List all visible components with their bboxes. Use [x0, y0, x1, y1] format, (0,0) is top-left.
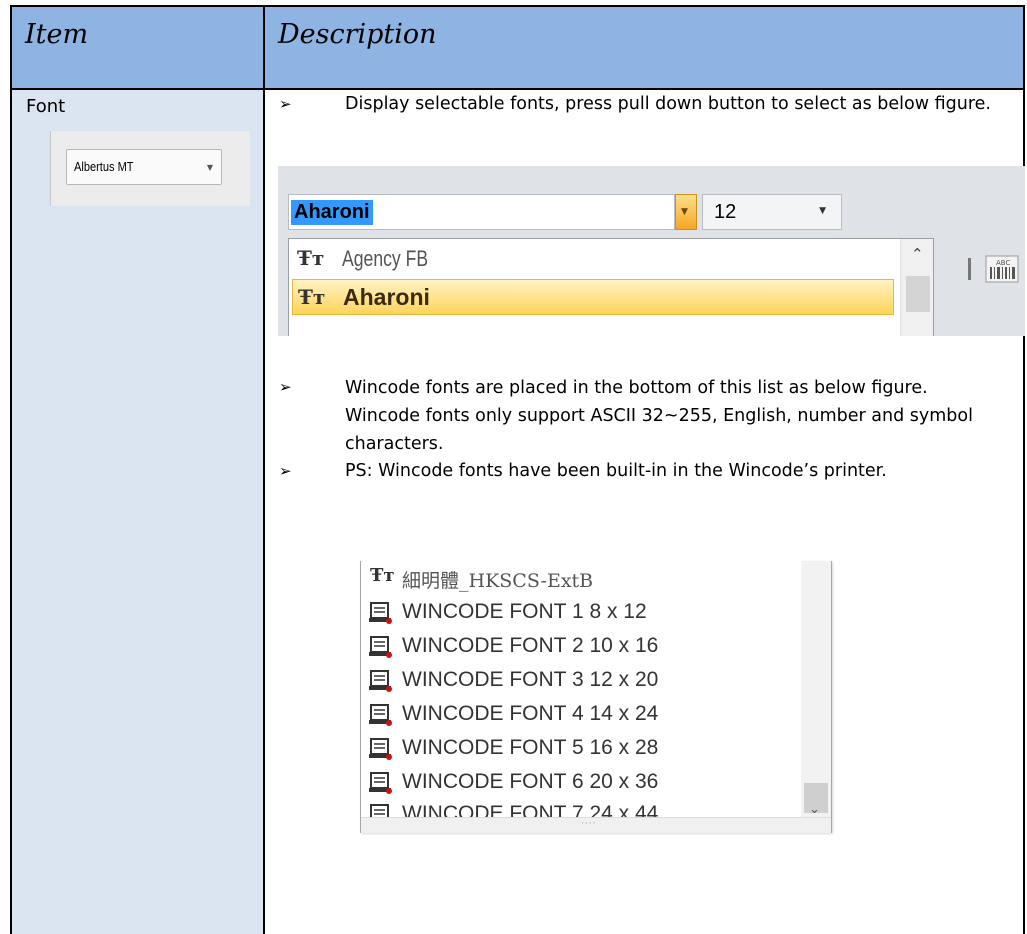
list-item[interactable]: WINCODE FONT 1 8 x 12 — [368, 597, 798, 629]
list-item[interactable]: WINCODE FONT 2 10 x 16 — [368, 631, 798, 663]
printer-font-icon — [369, 636, 392, 658]
chevron-up-icon[interactable]: ⌃ — [911, 245, 924, 263]
chevron-down-icon[interactable]: ▼ — [207, 163, 213, 172]
bullet-arrow-icon: ➢ — [279, 462, 292, 480]
truetype-icon: Ŧᴛ — [297, 246, 325, 270]
scrollbar[interactable]: ⌄ — [801, 561, 831, 817]
bullet-arrow-icon: ➢ — [279, 378, 292, 396]
bullet-text-2: Wincode fonts are placed in the bottom o… — [345, 378, 973, 454]
description-column: ➢ Display selectable fonts, press pull d… — [263, 90, 1025, 934]
bullet-text-1: Display selectable fonts, press pull dow… — [345, 94, 991, 114]
font-name-value: Aharoni — [291, 200, 373, 225]
list-item[interactable]: WINCODE FONT 4 14 x 24 — [368, 699, 798, 731]
chevron-down-icon[interactable]: ⌄ — [809, 802, 820, 817]
barcode-icon: ABC — [968, 255, 1019, 283]
font-name: Agency FB — [342, 246, 429, 271]
font-name: WINCODE FONT 2 10 x 16 — [402, 634, 659, 657]
svg-text:ABC: ABC — [996, 259, 1010, 267]
font-size-value: 12 — [714, 201, 737, 223]
list-item[interactable]: WINCODE FONT 6 20 x 36 — [368, 767, 798, 799]
font-name: Aharoni — [343, 284, 430, 310]
printer-font-icon — [369, 670, 392, 692]
font-name: WINCODE FONT 1 8 x 12 — [402, 600, 647, 623]
item-label-font: Font — [26, 96, 66, 117]
list-item[interactable]: Ŧᴛ Agency FB — [292, 241, 894, 277]
printer-font-icon — [369, 738, 392, 760]
printer-font-icon — [369, 772, 392, 794]
font-dropdown-button[interactable]: ▼ — [675, 194, 697, 230]
printer-font-icon — [369, 602, 392, 624]
font-name: WINCODE FONT 4 14 x 24 — [402, 702, 659, 725]
font-name: WINCODE FONT 6 20 x 36 — [402, 770, 659, 793]
header-item: Item — [10, 5, 263, 90]
header-description: Description — [263, 5, 1025, 90]
font-name: WINCODE FONT 3 12 x 20 — [402, 668, 659, 691]
font-name: 細明體_HKSCS-ExtB — [402, 570, 594, 592]
font-name: WINCODE FONT 5 16 x 28 — [402, 736, 659, 759]
description-table: Item Description Font Albertus MT ▼ ➢ Di… — [10, 5, 1025, 934]
scrollbar[interactable]: ⌃ — [900, 239, 933, 336]
chevron-down-icon[interactable]: ▼ — [819, 206, 826, 216]
bullet-arrow-icon: ➢ — [279, 95, 292, 113]
font-size-combo[interactable]: 12 ▼ — [702, 194, 842, 230]
font-combo-value: Albertus MT — [74, 159, 134, 174]
font-combo[interactable]: Albertus MT ▼ — [66, 149, 222, 185]
scrollbar-thumb[interactable] — [906, 276, 930, 312]
grip-dots-icon: ···· — [581, 819, 597, 829]
font-name-input[interactable]: Aharoni — [288, 194, 675, 230]
item-column: Font Albertus MT ▼ — [10, 90, 263, 934]
list-item[interactable]: WINCODE FONT 5 16 x 28 — [368, 733, 798, 765]
bullet-text-3: PS: Wincode fonts have been built-in in … — [345, 461, 887, 481]
list-item[interactable]: Ŧᴛ 細明體_HKSCS-ExtB — [368, 563, 798, 595]
list-item[interactable]: WINCODE FONT 3 12 x 20 — [368, 665, 798, 697]
font-list: Ŧᴛ 細明體_HKSCS-ExtB WINCODE FONT 1 8 x 12 … — [361, 561, 801, 817]
font-list: Ŧᴛ Agency FB Ŧᴛ Aharoni ⌃ — [288, 238, 934, 336]
wincode-font-list-screenshot: Ŧᴛ 細明體_HKSCS-ExtB WINCODE FONT 1 8 x 12 … — [360, 561, 832, 833]
font-combo-preview: Albertus MT ▼ — [50, 131, 250, 206]
font-dropdown-screenshot: Aharoni ▼ 12 ▼ ABC Ŧᴛ Agency FB Ŧᴛ Aharo… — [278, 166, 1025, 336]
chevron-down-icon: ▼ — [681, 207, 688, 217]
list-item-selected[interactable]: Ŧᴛ Aharoni — [292, 279, 894, 315]
truetype-icon: Ŧᴛ — [298, 285, 326, 309]
printer-font-icon — [369, 704, 392, 726]
resize-grip[interactable]: ···· — [361, 817, 831, 833]
truetype-icon: Ŧᴛ — [370, 565, 395, 586]
